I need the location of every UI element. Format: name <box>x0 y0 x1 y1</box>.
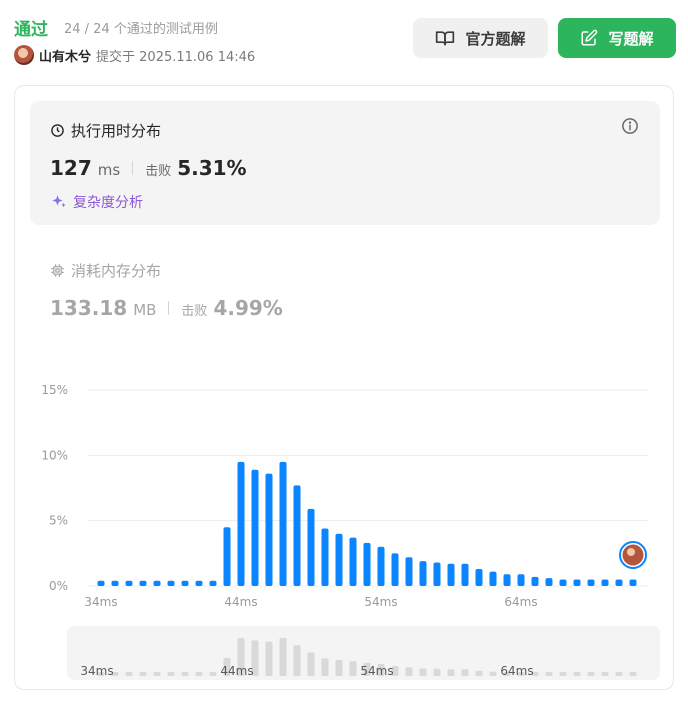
chart-bar[interactable] <box>167 580 175 586</box>
chart-bar[interactable] <box>419 561 427 586</box>
mini-x-tick-label: 64ms <box>500 664 533 678</box>
y-tick-label: 15% <box>41 383 68 397</box>
chart-bar[interactable] <box>349 537 357 586</box>
chart-bar[interactable] <box>587 579 595 586</box>
chart-bar[interactable] <box>363 542 371 586</box>
chart-bar[interactable] <box>615 579 623 586</box>
mini-chart-bar <box>139 672 147 676</box>
mini-chart-bar <box>349 661 357 676</box>
mini-chart-bar <box>419 668 427 676</box>
chart-bar[interactable] <box>461 563 469 586</box>
x-tick-label: 54ms <box>364 595 397 609</box>
chart-bar[interactable] <box>573 579 581 586</box>
chart-bar[interactable] <box>447 563 455 586</box>
chart-bar[interactable] <box>237 461 245 586</box>
chart-bar[interactable] <box>559 579 567 586</box>
chart-bar[interactable] <box>321 528 329 586</box>
chart-bar[interactable] <box>545 578 553 586</box>
mini-chart-bar <box>335 660 343 676</box>
mini-chart-bar <box>279 638 287 676</box>
mini-x-tick-label: 44ms <box>220 664 253 678</box>
chart-bar[interactable] <box>251 469 259 586</box>
mini-chart-bar <box>167 672 175 676</box>
mini-chart-bar <box>447 669 455 676</box>
chart-bar[interactable] <box>279 461 287 586</box>
chart-bar[interactable] <box>531 576 539 586</box>
chart-bar[interactable] <box>153 580 161 586</box>
mini-chart-bar <box>489 671 497 676</box>
chart-bar[interactable] <box>503 574 511 586</box>
chart-bar[interactable] <box>475 569 483 586</box>
chart-bar[interactable] <box>405 557 413 586</box>
mini-chart-bar <box>461 669 469 676</box>
chart-bar[interactable] <box>629 579 637 586</box>
mini-x-tick-label: 34ms <box>80 664 113 678</box>
mini-chart-bar <box>629 672 637 676</box>
mini-chart-bar <box>265 641 273 676</box>
chart-bar[interactable] <box>391 553 399 586</box>
mini-chart-bar <box>601 672 609 676</box>
chart-bar[interactable] <box>517 574 525 586</box>
mini-chart-bar <box>153 672 161 676</box>
mini-chart-bar <box>475 670 483 676</box>
chart-bar[interactable] <box>111 580 119 586</box>
chart-bar[interactable] <box>195 580 203 586</box>
x-tick-label: 64ms <box>504 595 537 609</box>
chart-bar[interactable] <box>293 485 301 586</box>
chart-bar[interactable] <box>139 580 147 586</box>
mini-x-tick-label: 54ms <box>360 664 393 678</box>
chart-bar[interactable] <box>601 579 609 586</box>
chart-bar[interactable] <box>209 580 217 586</box>
chart-bar[interactable] <box>307 508 315 586</box>
x-tick-label: 44ms <box>224 595 257 609</box>
mini-chart-bar <box>545 672 553 676</box>
mini-chart-bar <box>405 667 413 676</box>
mini-chart-bar <box>307 652 315 676</box>
chart-bar[interactable] <box>97 580 105 586</box>
mini-chart-bar <box>587 672 595 676</box>
y-tick-label: 5% <box>49 514 68 528</box>
chart-bar[interactable] <box>433 562 441 586</box>
x-tick-label: 34ms <box>84 595 117 609</box>
user-avatar-face <box>627 548 635 556</box>
y-tick-label: 10% <box>41 448 68 462</box>
chart-bar[interactable] <box>489 571 497 586</box>
mini-chart-bar <box>559 672 567 676</box>
chart-bar[interactable] <box>181 580 189 586</box>
mini-chart-bar <box>125 672 133 676</box>
chart-bar[interactable] <box>223 527 231 586</box>
chart-bar[interactable] <box>335 533 343 586</box>
chart-bar[interactable] <box>377 546 385 586</box>
mini-chart-bar <box>321 658 329 676</box>
mini-chart-bar <box>195 672 203 676</box>
mini-chart-bar <box>433 668 441 676</box>
mini-chart-bar <box>615 672 623 676</box>
mini-chart-bar <box>181 672 189 676</box>
mini-chart-bar <box>573 672 581 676</box>
runtime-distribution-chart[interactable]: 15% 10% 5% 0% 34ms 44ms 54ms 64ms 34ms 44ms 54ms 64… <box>0 0 688 715</box>
mini-chart-bar <box>209 672 217 676</box>
mini-chart-bar <box>293 645 301 676</box>
y-tick-label: 0% <box>49 579 68 593</box>
chart-bar[interactable] <box>265 473 273 586</box>
chart-bar[interactable] <box>125 580 133 586</box>
